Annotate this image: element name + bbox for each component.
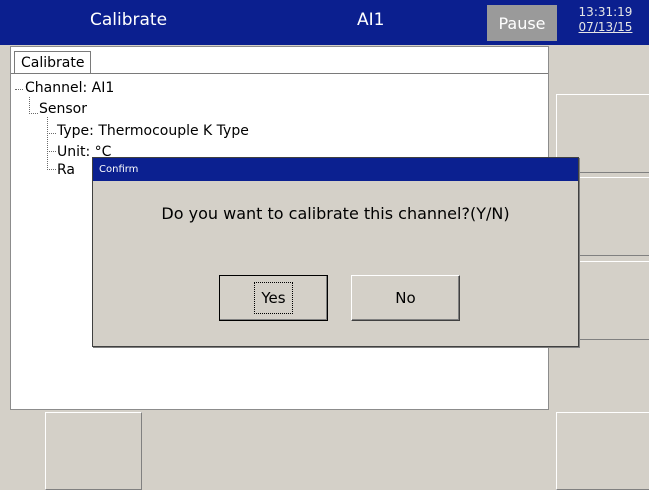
screen-title: Calibrate (90, 10, 168, 30)
tree-connector (47, 151, 56, 170)
tree-item-sensor[interactable]: Sensor (39, 101, 87, 117)
clock-date: 07/13/15 (578, 20, 633, 34)
tab-divider (11, 73, 548, 74)
yes-button[interactable]: Yes (219, 275, 328, 321)
tree-connector (47, 133, 56, 152)
clock: 13:31:19 07/13/15 (562, 5, 649, 41)
tree-item-range[interactable]: Ra (57, 162, 75, 178)
tree-item-type[interactable]: Type: Thermocouple K Type (57, 123, 249, 139)
no-button-label: No (395, 289, 416, 307)
dialog-title: Confirm (93, 158, 578, 181)
pause-button[interactable]: Pause (487, 5, 557, 41)
tree-connector (47, 117, 56, 134)
channel-label: AI1 (357, 10, 385, 30)
bottom-button-2[interactable] (556, 412, 649, 490)
tree-connector (15, 81, 23, 90)
confirm-dialog: Confirm Do you want to calibrate this ch… (92, 157, 579, 347)
no-button[interactable]: No (351, 275, 460, 321)
bottom-button-1[interactable] (45, 412, 142, 490)
tree-item-channel[interactable]: Channel: AI1 (25, 80, 114, 96)
clock-time: 13:31:19 (578, 5, 633, 19)
tree-connector (29, 97, 38, 114)
yes-button-label: Yes (254, 282, 293, 314)
header-bar: Calibrate AI1 Pause 13:31:19 07/13/15 (0, 0, 649, 45)
tab-calibrate[interactable]: Calibrate (14, 51, 92, 74)
dialog-message: Do you want to calibrate this channel?(Y… (161, 204, 510, 223)
